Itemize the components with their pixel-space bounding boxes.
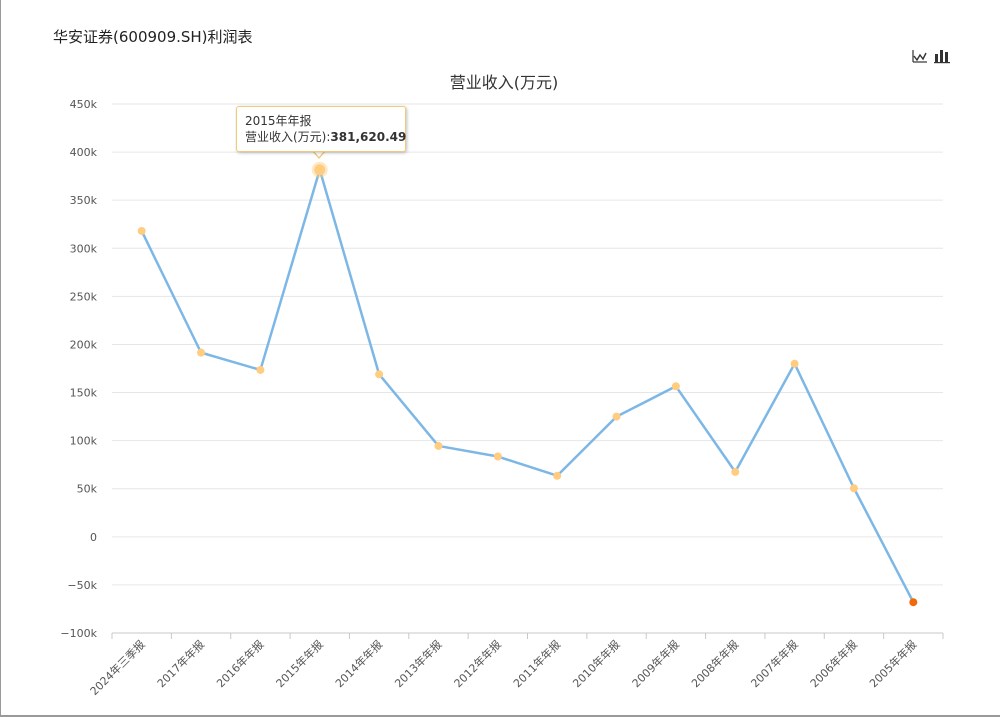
- data-point: [849, 484, 858, 493]
- data-tooltip: 2015年年报 营业收入(万元):381,620.49: [236, 106, 406, 152]
- x-tick-label: 2016年年报: [213, 637, 266, 690]
- data-point: [493, 452, 502, 461]
- data-point: [671, 382, 680, 391]
- data-point: [553, 471, 562, 480]
- x-tick-label: 2007年年报: [748, 637, 801, 690]
- tooltip-title: 2015年年报: [245, 114, 312, 128]
- x-tick-label: 2012年年报: [451, 637, 504, 690]
- y-tick-label: 300k: [70, 242, 98, 255]
- y-tick-label: 450k: [70, 98, 98, 111]
- y-tick-label: 50k: [77, 483, 98, 496]
- revenue-line-chart: 营业收入(万元) −100k −50k 0 50k 100k 150k 200k 250k 30…: [60, 73, 944, 698]
- tooltip-label: 营业收入(万元):: [245, 130, 331, 144]
- data-point: [731, 467, 740, 476]
- x-tick-label: 2017年年报: [154, 637, 207, 690]
- x-tick-label: 2006年年报: [807, 637, 860, 690]
- y-tick-label: 350k: [70, 194, 98, 207]
- data-point: [612, 412, 621, 421]
- x-tick-label: 2010年年报: [570, 637, 623, 690]
- data-point: [137, 226, 146, 235]
- x-tick-label: 2009年年报: [629, 637, 682, 690]
- series-line: [140, 168, 915, 603]
- x-axis: 2024年三季报 2017年年报 2016年年报 2015年年报 2014年年报 2013…: [87, 632, 944, 698]
- y-tick-label: −50k: [67, 579, 97, 592]
- y-tick-label: 100k: [70, 435, 98, 448]
- y-tick-label: 0: [90, 531, 97, 544]
- grid-lines: [112, 103, 943, 634]
- tooltip-value: 381,620.49: [330, 130, 407, 144]
- x-tick-label: 2011年年报: [510, 637, 563, 690]
- y-tick-label: −100k: [60, 627, 97, 640]
- y-tick-label: 200k: [70, 338, 98, 351]
- x-tick-label: 2013年年报: [392, 637, 445, 690]
- data-point: [909, 598, 918, 607]
- data-point: [790, 359, 799, 368]
- y-tick-label: 400k: [70, 146, 98, 159]
- x-tick-label: 2008年年报: [688, 637, 741, 690]
- y-tick-label: 150k: [70, 387, 98, 400]
- x-tick-label: 2015年年报: [273, 637, 326, 690]
- data-point: [375, 370, 384, 379]
- chart-title: 营业收入(万元): [450, 73, 559, 92]
- y-tick-label: 250k: [70, 290, 98, 303]
- x-tick-label: 2024年三季报: [87, 637, 148, 698]
- tooltip-value-line: 营业收入(万元):381,620.49: [245, 129, 406, 145]
- data-point: [434, 441, 443, 450]
- data-point: [314, 164, 326, 176]
- x-tick-label: 2005年年报: [866, 637, 919, 690]
- y-axis-tick-labels: −100k −50k 0 50k 100k 150k 200k 250k 300k 350k 400…: [60, 98, 97, 640]
- series-revenue: [137, 161, 918, 607]
- x-tick-label: 2014年年报: [332, 637, 385, 690]
- data-point: [256, 365, 265, 374]
- data-point: [197, 348, 206, 357]
